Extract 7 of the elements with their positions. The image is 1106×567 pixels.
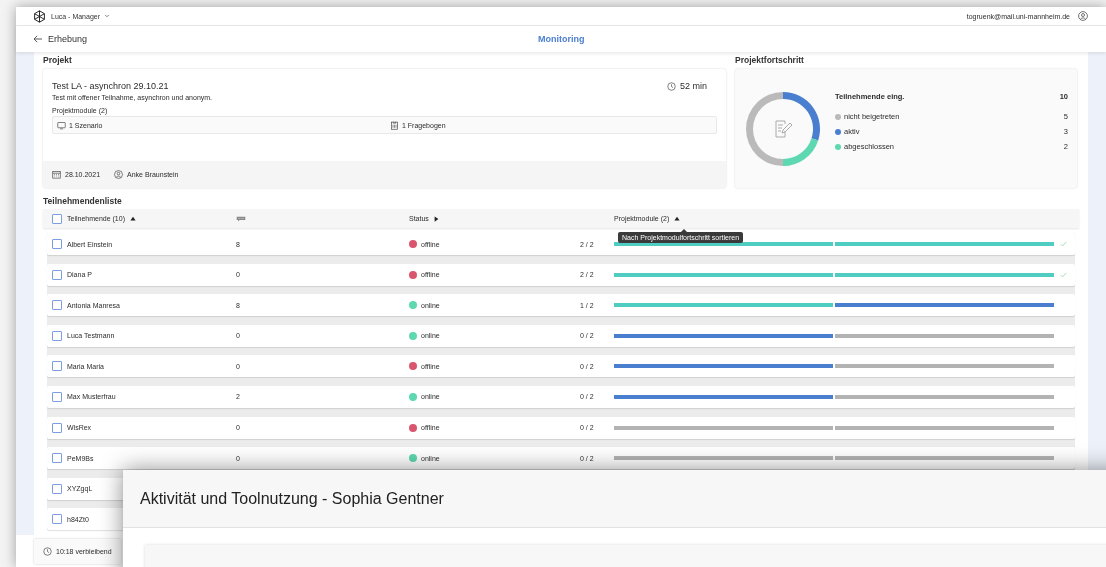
dialog-title: Aktivität und Toolnutzung - Sophia Gentner — [140, 489, 444, 508]
section-heading: Teilnehmendenliste — [43, 196, 123, 206]
page-title: Monitoring — [538, 34, 585, 44]
section-heading: Projektfortschritt — [735, 55, 805, 65]
duration: 52 min — [680, 81, 707, 91]
section-heading: Projekt — [43, 55, 73, 65]
project-title: Test LA - asynchron 29.10.21 — [52, 81, 169, 91]
